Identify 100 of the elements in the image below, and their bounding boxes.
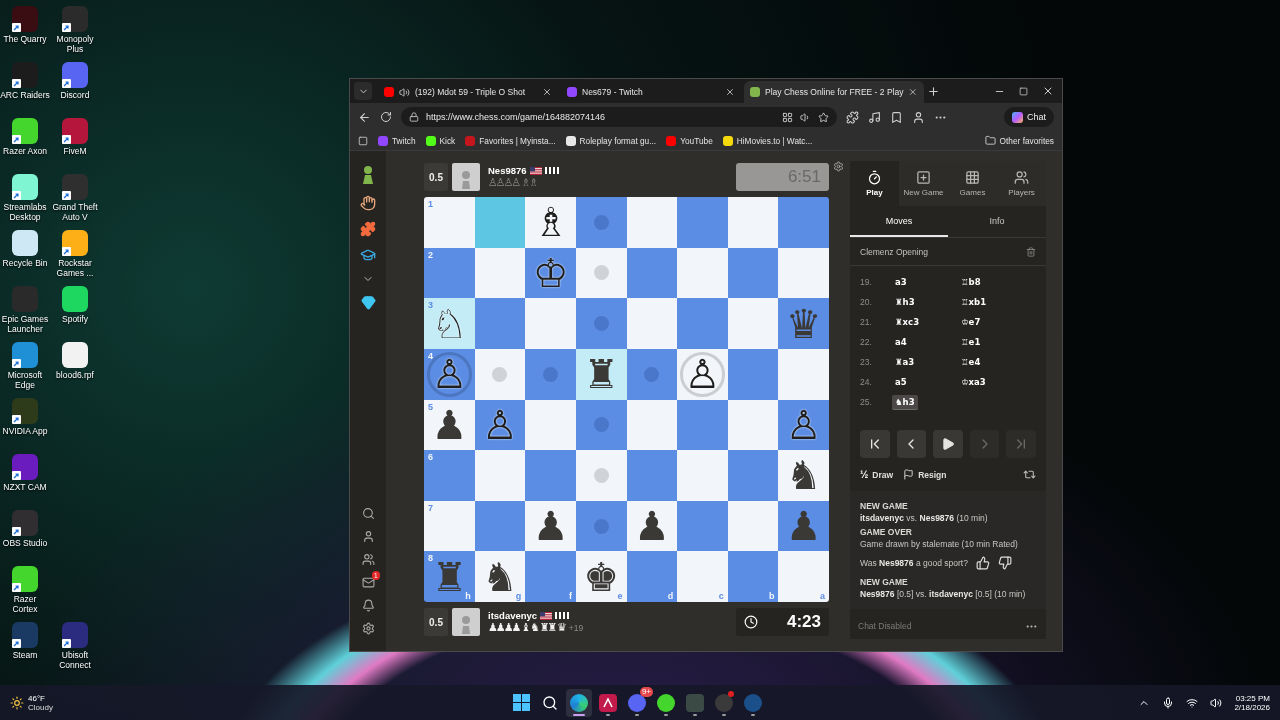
new-tab-icon[interactable] (927, 84, 940, 98)
player-name[interactable]: Nes9876 (488, 165, 527, 176)
chess-piece[interactable]: ♙ (482, 402, 518, 447)
taskbar-clock[interactable]: 03:25 PM 2/18/2026 (1234, 693, 1270, 712)
board-square[interactable] (727, 450, 779, 501)
favorite-star-icon[interactable] (818, 111, 829, 123)
move-hint-dot[interactable] (593, 316, 609, 332)
chess-piece[interactable]: ♜ (583, 352, 620, 397)
app-icon[interactable] (12, 566, 38, 592)
move-hint-dot[interactable] (543, 366, 559, 382)
app-icon[interactable] (62, 230, 88, 256)
move-hint-dot[interactable] (593, 265, 609, 281)
board-square[interactable] (626, 247, 678, 299)
chat-button[interactable]: Chat (1004, 107, 1054, 127)
tab-list-button[interactable] (354, 82, 372, 100)
chess-piece[interactable]: ♙ (684, 352, 721, 397)
chess-piece[interactable]: ♞ (785, 453, 822, 498)
resign-button[interactable]: Resign (903, 469, 947, 480)
pawn-logo-icon[interactable] (360, 165, 376, 185)
chess-piece[interactable]: ♙ (785, 402, 822, 447)
move[interactable]: ♖b8 (958, 274, 984, 290)
board-square[interactable] (778, 247, 829, 299)
hand-icon[interactable] (360, 195, 376, 211)
board-square[interactable] (677, 399, 728, 451)
app-icon[interactable] (12, 342, 38, 368)
move[interactable]: a4 (892, 334, 910, 350)
board-square[interactable] (727, 500, 779, 552)
board-square[interactable] (626, 399, 678, 451)
move[interactable]: ♜h3 (892, 294, 918, 310)
board-square[interactable] (677, 500, 728, 552)
settings-icon[interactable] (361, 622, 375, 635)
thumbs-up-icon[interactable] (975, 556, 990, 570)
board-square[interactable] (727, 348, 779, 400)
microphone-icon[interactable] (1162, 696, 1175, 709)
tab-actions-icon[interactable] (358, 135, 368, 146)
close-icon[interactable] (1042, 85, 1054, 97)
puzzle-icon[interactable] (360, 221, 376, 237)
app-icon[interactable] (12, 118, 38, 144)
move-hint-dot[interactable] (492, 366, 508, 382)
board-square[interactable] (575, 247, 627, 299)
app-icon[interactable] (12, 622, 38, 648)
board-square[interactable] (677, 247, 728, 299)
board-square[interactable] (474, 298, 526, 349)
board-square[interactable]: ♙ (778, 399, 829, 451)
board-square[interactable]: ♙ (677, 348, 728, 400)
move[interactable]: ♖e1 (958, 334, 984, 350)
favorites-icon[interactable] (890, 110, 903, 124)
board-square[interactable] (474, 500, 526, 552)
board-square[interactable] (575, 500, 627, 552)
maximize-icon[interactable] (1019, 86, 1028, 96)
board-square[interactable] (575, 399, 627, 451)
board-square[interactable] (727, 197, 779, 248)
app-icon[interactable] (12, 62, 38, 88)
refresh-icon[interactable] (380, 111, 392, 123)
browser-tab[interactable]: (192) Mdot 59 - Triple O Shot (378, 81, 558, 103)
graduation-cap-icon[interactable] (360, 247, 376, 263)
speaker-icon[interactable] (399, 86, 410, 98)
bookmark-link[interactable]: Kick (425, 135, 456, 146)
board-square[interactable]: ♟ (525, 500, 576, 552)
music-icon[interactable] (868, 110, 881, 124)
move[interactable]: ♜xc3 (892, 314, 923, 330)
move-hint-dot[interactable] (593, 518, 609, 534)
board-square[interactable] (626, 197, 678, 248)
board-square[interactable] (626, 348, 678, 400)
wifi-icon[interactable] (1186, 696, 1199, 709)
board-square[interactable] (474, 450, 526, 501)
board-square[interactable]: ♜ (575, 348, 627, 400)
sub-tab[interactable]: Info (948, 206, 1046, 237)
move[interactable]: ♔e7 (958, 314, 984, 330)
board-square[interactable] (525, 399, 576, 451)
app-icon[interactable] (62, 6, 88, 32)
thumbs-down-icon[interactable] (997, 556, 1012, 570)
panel-tab[interactable]: New Game (899, 161, 948, 206)
board-square[interactable] (727, 247, 779, 299)
move[interactable]: ♞h3 (892, 394, 918, 410)
move[interactable]: ♖e4 (958, 354, 984, 370)
weather-widget[interactable]: 46°F Cloudy (10, 693, 53, 712)
move[interactable]: a5 (892, 374, 910, 390)
bookmark-link[interactable]: Roleplay format gu... (565, 135, 657, 146)
app-icon[interactable] (12, 230, 38, 256)
move-nav-button[interactable] (933, 430, 963, 458)
app-icon[interactable] (62, 174, 88, 200)
trash-icon[interactable] (1026, 246, 1036, 257)
sub-tab[interactable]: Moves (850, 206, 948, 237)
draw-button[interactable]: ½ Draw (860, 469, 894, 480)
chess-piece[interactable]: ♗ (532, 200, 569, 245)
app-icon[interactable] (12, 454, 38, 480)
board-square[interactable]: ♟ (626, 500, 678, 552)
app-icon[interactable] (62, 286, 88, 312)
move[interactable]: ♜a3 (892, 354, 918, 370)
app-icon[interactable] (62, 342, 88, 368)
panel-tab[interactable]: Games (948, 161, 997, 206)
board-square[interactable] (626, 450, 678, 501)
back-icon[interactable] (358, 110, 371, 124)
move-nav-button[interactable] (896, 430, 927, 458)
move-hint-dot[interactable] (593, 214, 609, 230)
close-icon[interactable] (725, 87, 735, 97)
app-icon[interactable] (12, 174, 38, 200)
bookmark-link[interactable]: HiMovies.to | Watc... (722, 135, 813, 146)
app-icon[interactable] (62, 622, 88, 648)
